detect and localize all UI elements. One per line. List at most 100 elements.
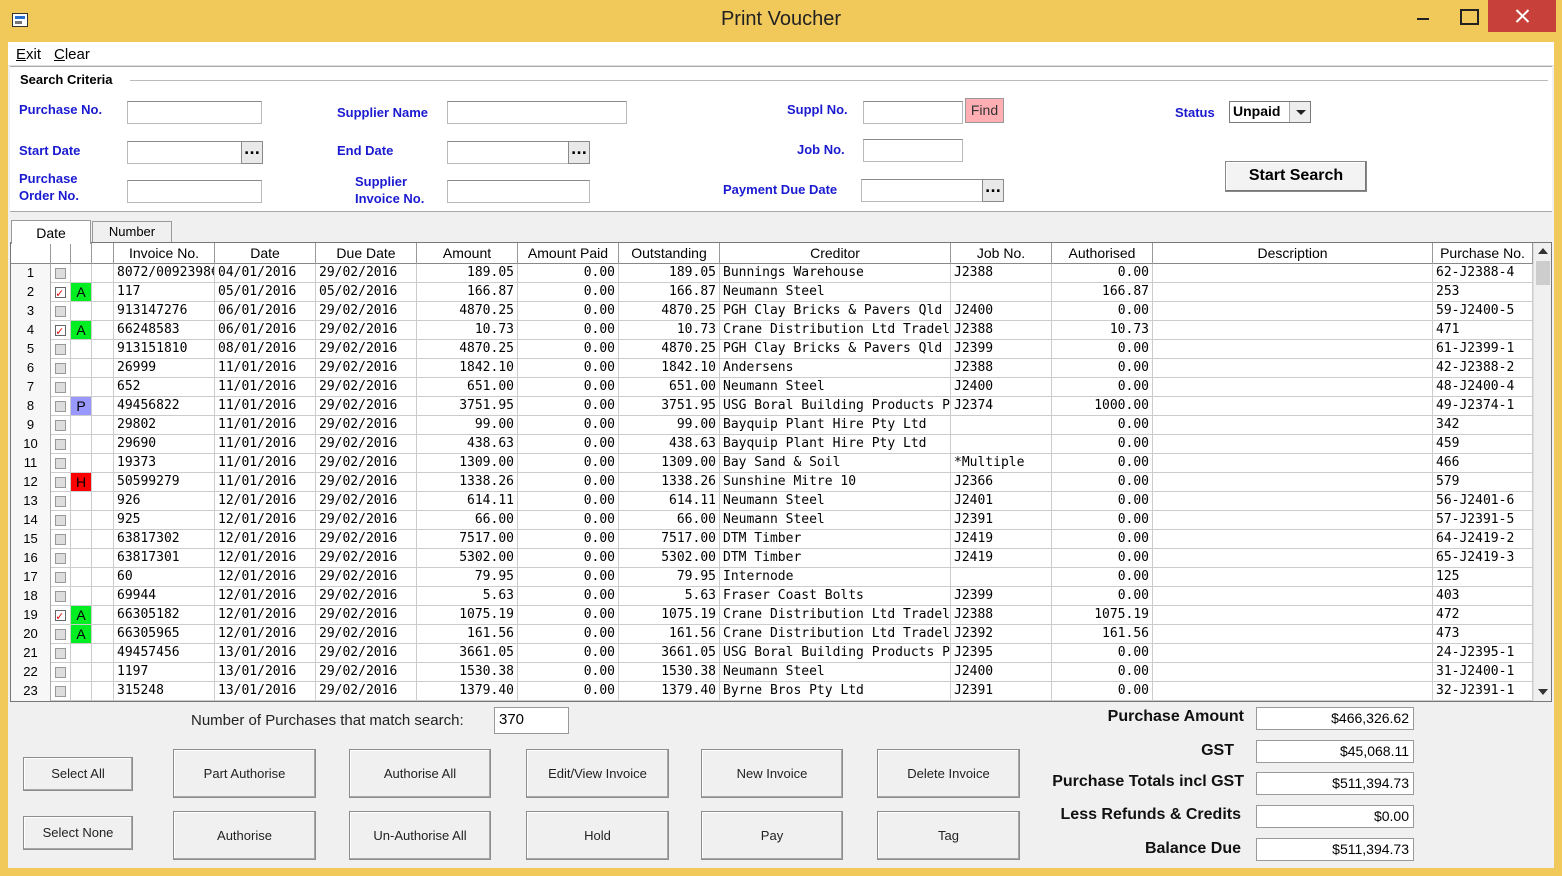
row-number: 10 (11, 435, 51, 454)
scroll-thumb[interactable] (1536, 261, 1550, 285)
checkbox[interactable] (55, 667, 66, 678)
column-header-due[interactable]: Due Date (316, 243, 417, 264)
checkbox[interactable] (55, 268, 66, 279)
checked-checkbox[interactable] (55, 322, 66, 340)
end-date-input[interactable] (447, 141, 569, 164)
column-header-out[interactable]: Outstanding (619, 243, 720, 264)
checked-checkbox[interactable] (55, 284, 66, 302)
checkbox[interactable] (55, 591, 66, 602)
supplier-invoice-no-input[interactable] (447, 180, 590, 203)
table-row[interactable]: 3 913147276 06/01/2016 29/02/2016 4870.25 0.0… (11, 302, 1533, 321)
checkbox[interactable] (55, 477, 66, 488)
purchase-no-input[interactable] (127, 101, 262, 124)
checkbox[interactable] (55, 306, 66, 317)
table-row[interactable]: 8 P 49456822 11/01/2016 29/02/2016 3751.95 0.0… (11, 397, 1533, 416)
table-row[interactable]: 9 29802 11/01/2016 29/02/2016 99.00 0.00 99.00… (11, 416, 1533, 435)
tab-date[interactable]: Date (11, 220, 91, 244)
cell-out: 5.63 (619, 587, 720, 606)
checkbox[interactable] (55, 382, 66, 393)
table-row[interactable]: 19A6630518212/01/201629/02/20161075.190.… (11, 606, 1533, 625)
checkbox[interactable] (55, 458, 66, 469)
payment-due-date-picker-button[interactable]: ... (982, 179, 1004, 202)
column-header-date[interactable]: Date (215, 243, 316, 264)
checkbox[interactable] (55, 401, 66, 412)
table-row[interactable]: 23 315248 13/01/2016 29/02/2016 1379.40 0.00 1… (11, 682, 1533, 701)
table-row[interactable]: 4A6624858306/01/201629/02/201610.730.001… (11, 321, 1533, 340)
purchase-order-no-input[interactable] (127, 180, 262, 203)
un-authorise-all-button[interactable]: Un-Authorise All (349, 811, 491, 860)
column-header-auth[interactable]: Authorised (1052, 243, 1153, 264)
column-header-desc[interactable]: Description (1153, 243, 1433, 264)
authorise-all-button[interactable]: Authorise All (349, 749, 491, 798)
table-row[interactable]: 20 A 66305965 12/01/2016 29/02/2016 161.56 0.0… (11, 625, 1533, 644)
checked-checkbox[interactable] (55, 607, 66, 625)
table-row[interactable]: 1 8072/0092398€ 04/01/2016 29/02/2016 189.05… (11, 264, 1533, 283)
payment-due-date-input[interactable] (861, 179, 983, 202)
column-header-job[interactable]: Job No. (951, 243, 1052, 264)
table-row[interactable]: 10 29690 11/01/2016 29/02/2016 438.63 0.00 438… (11, 435, 1533, 454)
table-row[interactable]: 11 19373 11/01/2016 29/02/2016 1309.00 0.00 13… (11, 454, 1533, 473)
table-row[interactable]: 14 925 12/01/2016 29/02/2016 66.00 0.00 66.00 N… (11, 511, 1533, 530)
checkbox[interactable] (55, 648, 66, 659)
delete-invoice-button[interactable]: Delete Invoice (877, 749, 1020, 798)
checkbox[interactable] (55, 572, 66, 583)
start-search-button[interactable]: Start Search (1225, 161, 1367, 192)
scroll-down-icon[interactable] (1538, 689, 1548, 695)
cell-pno: 579 (1433, 473, 1533, 492)
table-row[interactable]: 6 26999 11/01/2016 29/02/2016 1842.10 0.00 184… (11, 359, 1533, 378)
column-header-creditor[interactable]: Creditor (720, 243, 951, 264)
end-date-picker-button[interactable]: ... (568, 141, 590, 164)
checkbox[interactable] (55, 439, 66, 450)
authorise-button[interactable]: Authorise (173, 811, 316, 860)
table-row[interactable]: 12 H 50599279 11/01/2016 29/02/2016 1338.26 0.… (11, 473, 1533, 492)
table-row[interactable]: 15 63817302 12/01/2016 29/02/2016 7517.00 0.0… (11, 530, 1533, 549)
select-none-button[interactable]: Select None (23, 816, 133, 850)
table-row[interactable]: 2A11705/01/201605/02/2016166.870.00166.8… (11, 283, 1533, 302)
start-date-picker-button[interactable]: ... (241, 141, 263, 164)
checkbox[interactable] (55, 496, 66, 507)
supplier-name-input[interactable] (447, 101, 627, 124)
checkbox[interactable] (55, 344, 66, 355)
menu-exit[interactable]: Exit (16, 46, 41, 63)
hold-button[interactable]: Hold (526, 811, 669, 860)
table-row[interactable]: 7 652 11/01/2016 29/02/2016 651.00 0.00 651.00… (11, 378, 1533, 397)
part-authorise-button[interactable]: Part Authorise (173, 749, 316, 798)
new-invoice-button[interactable]: New Invoice (701, 749, 843, 798)
grid-vertical-scrollbar[interactable] (1533, 243, 1551, 701)
checkbox[interactable] (55, 534, 66, 545)
find-button[interactable]: Find (965, 98, 1004, 123)
tab-number[interactable]: Number (92, 221, 172, 242)
checkbox[interactable] (55, 553, 66, 564)
close-button[interactable] (1488, 0, 1556, 32)
checkbox[interactable] (55, 629, 66, 640)
table-row[interactable]: 5 913151810 08/01/2016 29/02/2016 4870.25 0.0… (11, 340, 1533, 359)
column-header-amount[interactable]: Amount (417, 243, 518, 264)
checkbox[interactable] (55, 363, 66, 374)
tag-button[interactable]: Tag (877, 811, 1020, 860)
checkbox[interactable] (55, 420, 66, 431)
table-row[interactable]: 17 60 12/01/2016 29/02/2016 79.95 0.00 79.95 In… (11, 568, 1533, 587)
column-header-inv[interactable]: Invoice No. (114, 243, 215, 264)
table-row[interactable]: 16 63817301 12/01/2016 29/02/2016 5302.00 0.0… (11, 549, 1533, 568)
column-header-pno[interactable]: Purchase No. (1433, 243, 1533, 264)
table-row[interactable]: 21 49457456 13/01/2016 29/02/2016 3661.05 0.0… (11, 644, 1533, 663)
table-row[interactable]: 18 69944 12/01/2016 29/02/2016 5.63 0.00 5.63 F… (11, 587, 1533, 606)
table-row[interactable]: 22 1197 13/01/2016 29/02/2016 1530.38 0.00 153… (11, 663, 1533, 682)
cell-paid: 0.00 (518, 416, 619, 435)
job-no-input[interactable] (863, 139, 963, 162)
checkbox[interactable] (55, 686, 66, 697)
minimize-button[interactable] (1400, 0, 1442, 32)
scroll-up-icon[interactable] (1538, 248, 1548, 254)
column-header-paid[interactable]: Amount Paid (518, 243, 619, 264)
suppl-no-input[interactable] (863, 101, 963, 124)
maximize-button[interactable] (1446, 0, 1488, 32)
table-row[interactable]: 13 926 12/01/2016 29/02/2016 614.11 0.00 614.1… (11, 492, 1533, 511)
chevron-down-icon[interactable] (1289, 102, 1310, 122)
start-date-input[interactable] (127, 141, 242, 164)
status-select[interactable]: Unpaid (1229, 101, 1311, 123)
checkbox[interactable] (55, 515, 66, 526)
edit-view-invoice-button[interactable]: Edit/View Invoice (526, 749, 669, 798)
pay-button[interactable]: Pay (701, 811, 843, 860)
select-all-button[interactable]: Select All (23, 757, 133, 791)
menu-clear[interactable]: Clear (54, 46, 90, 63)
